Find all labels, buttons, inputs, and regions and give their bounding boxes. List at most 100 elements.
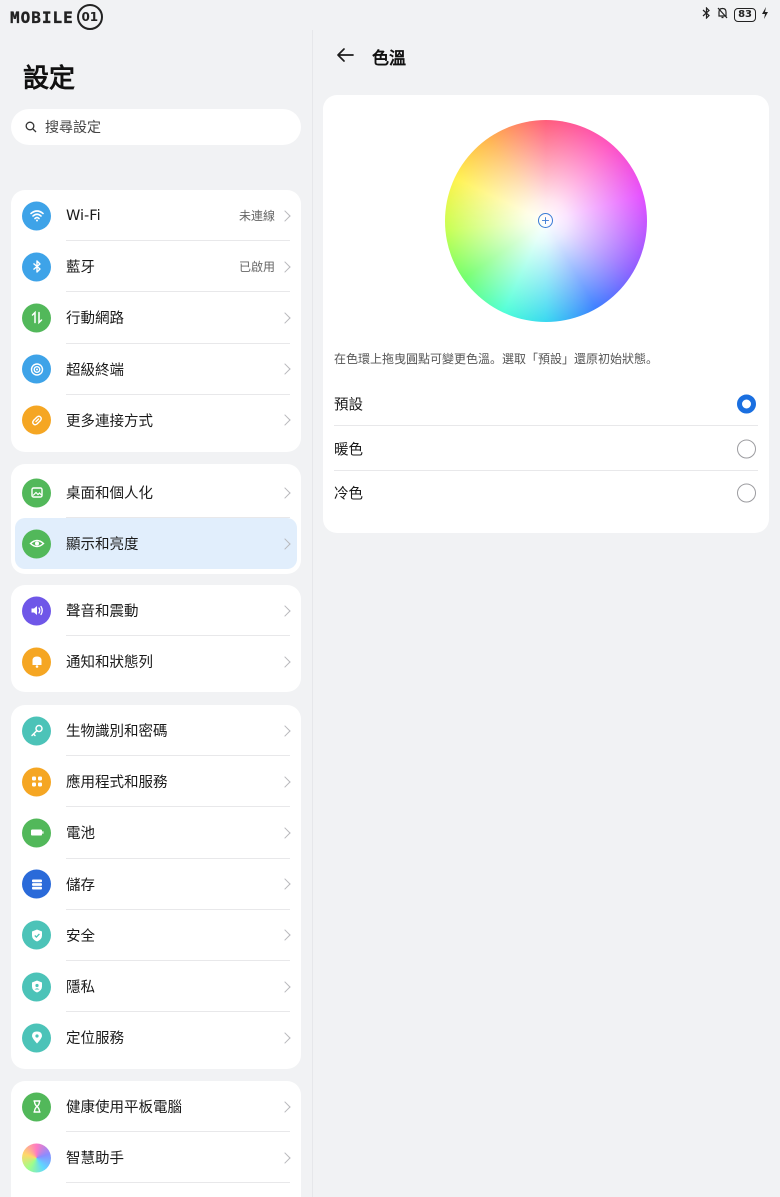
- storage-icon: [22, 869, 51, 899]
- divider: [66, 1182, 290, 1184]
- logo-text: MOBILE: [10, 7, 74, 27]
- settings-item-label: 顯示和亮度: [66, 537, 139, 553]
- watermark-logo: MOBILE 01: [10, 4, 103, 30]
- settings-group-connectivity: Wi-Fi 未連線 藍牙 已啟用 行動網路 超級終端 更多連接方式: [11, 190, 301, 452]
- settings-item-label: Wi-Fi: [66, 207, 101, 224]
- chevron-right-icon: [279, 878, 291, 890]
- bluetooth-status-icon: [702, 6, 711, 22]
- option-label: 預設: [334, 397, 363, 414]
- settings-item-label: 藍牙: [66, 260, 95, 277]
- chevron-right-icon: [279, 1100, 291, 1113]
- charging-icon: [762, 7, 768, 22]
- battery-level: 83: [734, 7, 756, 22]
- apps-icon: [22, 767, 51, 797]
- chevron-right-icon: [279, 1152, 291, 1164]
- hourglass-icon: [22, 1092, 51, 1122]
- settings-group-security: 生物識別和密碼 應用程式和服務 電池 儲存 安全 隱私 定位服務: [11, 705, 301, 1069]
- speaker-icon: [22, 596, 51, 626]
- chevron-right-icon: [279, 604, 291, 617]
- logo-badge-icon: 01: [76, 4, 103, 30]
- shield-icon: [22, 920, 51, 950]
- settings-item-home-screen[interactable]: 桌面和個人化: [11, 467, 301, 518]
- wifi-icon: [22, 201, 51, 231]
- option-label: 冷色: [334, 486, 363, 503]
- settings-item-bluetooth[interactable]: 藍牙 已啟用: [11, 241, 301, 293]
- chevron-right-icon: [279, 656, 291, 668]
- settings-item-mobile-network[interactable]: 行動網路: [11, 292, 301, 344]
- settings-item-label: 生物識別和密碼: [66, 724, 168, 741]
- settings-item-label: 更多連接方式: [66, 413, 153, 430]
- color-temperature-card: + 在色環上拖曳圓點可變更色溫。選取「預設」還原初始狀態。 預設 暖色 冷色: [323, 95, 769, 533]
- settings-item-privacy[interactable]: 隱私: [11, 961, 301, 1013]
- bluetooth-icon: [22, 252, 51, 282]
- settings-item-label: 行動網路: [66, 311, 124, 328]
- chevron-right-icon: [279, 537, 291, 550]
- chevron-right-icon: [279, 363, 291, 375]
- location-icon: [22, 1023, 51, 1053]
- settings-item-wifi[interactable]: Wi-Fi 未連線: [11, 190, 301, 242]
- chevron-right-icon: [279, 827, 291, 839]
- settings-item-digital-balance[interactable]: 健康使用平板電腦: [11, 1081, 301, 1133]
- radio-button[interactable]: [737, 439, 756, 459]
- chevron-right-icon: [279, 980, 291, 993]
- settings-item-sound-vibration[interactable]: 聲音和震動: [11, 585, 301, 637]
- search-input[interactable]: 搜尋設定: [11, 109, 301, 145]
- settings-item-super-device[interactable]: 超級終端: [11, 344, 301, 395]
- option-cool[interactable]: 冷色: [334, 471, 758, 515]
- settings-item-smart-assistant[interactable]: 智慧助手: [11, 1132, 301, 1184]
- settings-item-label: 智慧助手: [66, 1151, 124, 1168]
- option-warm[interactable]: 暖色: [334, 427, 758, 471]
- panel-divider: [312, 30, 313, 1197]
- settings-item-biometrics[interactable]: 生物識別和密碼: [11, 705, 301, 757]
- settings-item-label: 隱私: [66, 980, 95, 997]
- status-bar: MOBILE 01 83: [0, 0, 780, 30]
- chevron-right-icon: [279, 1032, 291, 1044]
- settings-item-label: 安全: [66, 928, 95, 945]
- settings-item-display-brightness[interactable]: 顯示和亮度: [15, 518, 297, 569]
- radio-button-selected[interactable]: [737, 394, 756, 414]
- privacy-icon: [22, 972, 51, 1002]
- settings-group-wellbeing: 健康使用平板電腦 智慧助手: [11, 1081, 301, 1197]
- chevron-right-icon: [279, 312, 291, 324]
- super-device-icon: [22, 354, 51, 384]
- settings-item-label: 聲音和震動: [66, 604, 139, 621]
- settings-item-label: 應用程式和服務: [66, 775, 168, 792]
- search-icon: [25, 121, 37, 133]
- bell-icon: [22, 647, 51, 677]
- settings-item-label: 超級終端: [66, 362, 124, 379]
- back-arrow-icon[interactable]: [335, 45, 355, 65]
- settings-group-display: 桌面和個人化 顯示和亮度: [11, 464, 301, 574]
- color-wheel-handle[interactable]: +: [538, 213, 553, 228]
- settings-item-more-connections[interactable]: 更多連接方式: [11, 395, 301, 446]
- search-placeholder: 搜尋設定: [45, 120, 101, 136]
- settings-item-storage[interactable]: 儲存: [11, 859, 301, 910]
- settings-item-value: 未連線: [238, 209, 275, 224]
- settings-item-label: 電池: [66, 826, 95, 843]
- settings-item-value: 已啟用: [238, 260, 275, 275]
- settings-item-battery[interactable]: 電池: [11, 807, 301, 859]
- chevron-right-icon: [279, 209, 291, 222]
- link-icon: [22, 405, 51, 435]
- settings-item-label: 桌面和個人化: [66, 486, 153, 502]
- option-default[interactable]: 預設: [334, 382, 758, 426]
- page-title: 設定: [23, 64, 76, 94]
- settings-item-apps-services[interactable]: 應用程式和服務: [11, 756, 301, 808]
- settings-item-label: 儲存: [66, 877, 95, 894]
- color-wheel-hint: 在色環上拖曳圓點可變更色溫。選取「預設」還原初始狀態。: [334, 352, 659, 366]
- wallpaper-icon: [22, 478, 51, 507]
- chevron-right-icon: [279, 724, 291, 737]
- settings-group-sound: 聲音和震動 通知和狀態列: [11, 585, 301, 692]
- settings-item-security[interactable]: 安全: [11, 910, 301, 961]
- mute-status-icon: [717, 7, 728, 22]
- chevron-right-icon: [279, 414, 291, 427]
- radio-button[interactable]: [737, 483, 756, 503]
- settings-item-location[interactable]: 定位服務: [11, 1012, 301, 1063]
- chevron-right-icon: [279, 486, 291, 499]
- chevron-right-icon: [279, 929, 291, 942]
- status-icons: 83: [702, 6, 768, 22]
- battery-icon: [22, 818, 51, 848]
- settings-item-notifications[interactable]: 通知和狀態列: [11, 636, 301, 687]
- option-label: 暖色: [334, 442, 363, 459]
- divider: [334, 425, 758, 426]
- assistant-icon: [22, 1143, 51, 1173]
